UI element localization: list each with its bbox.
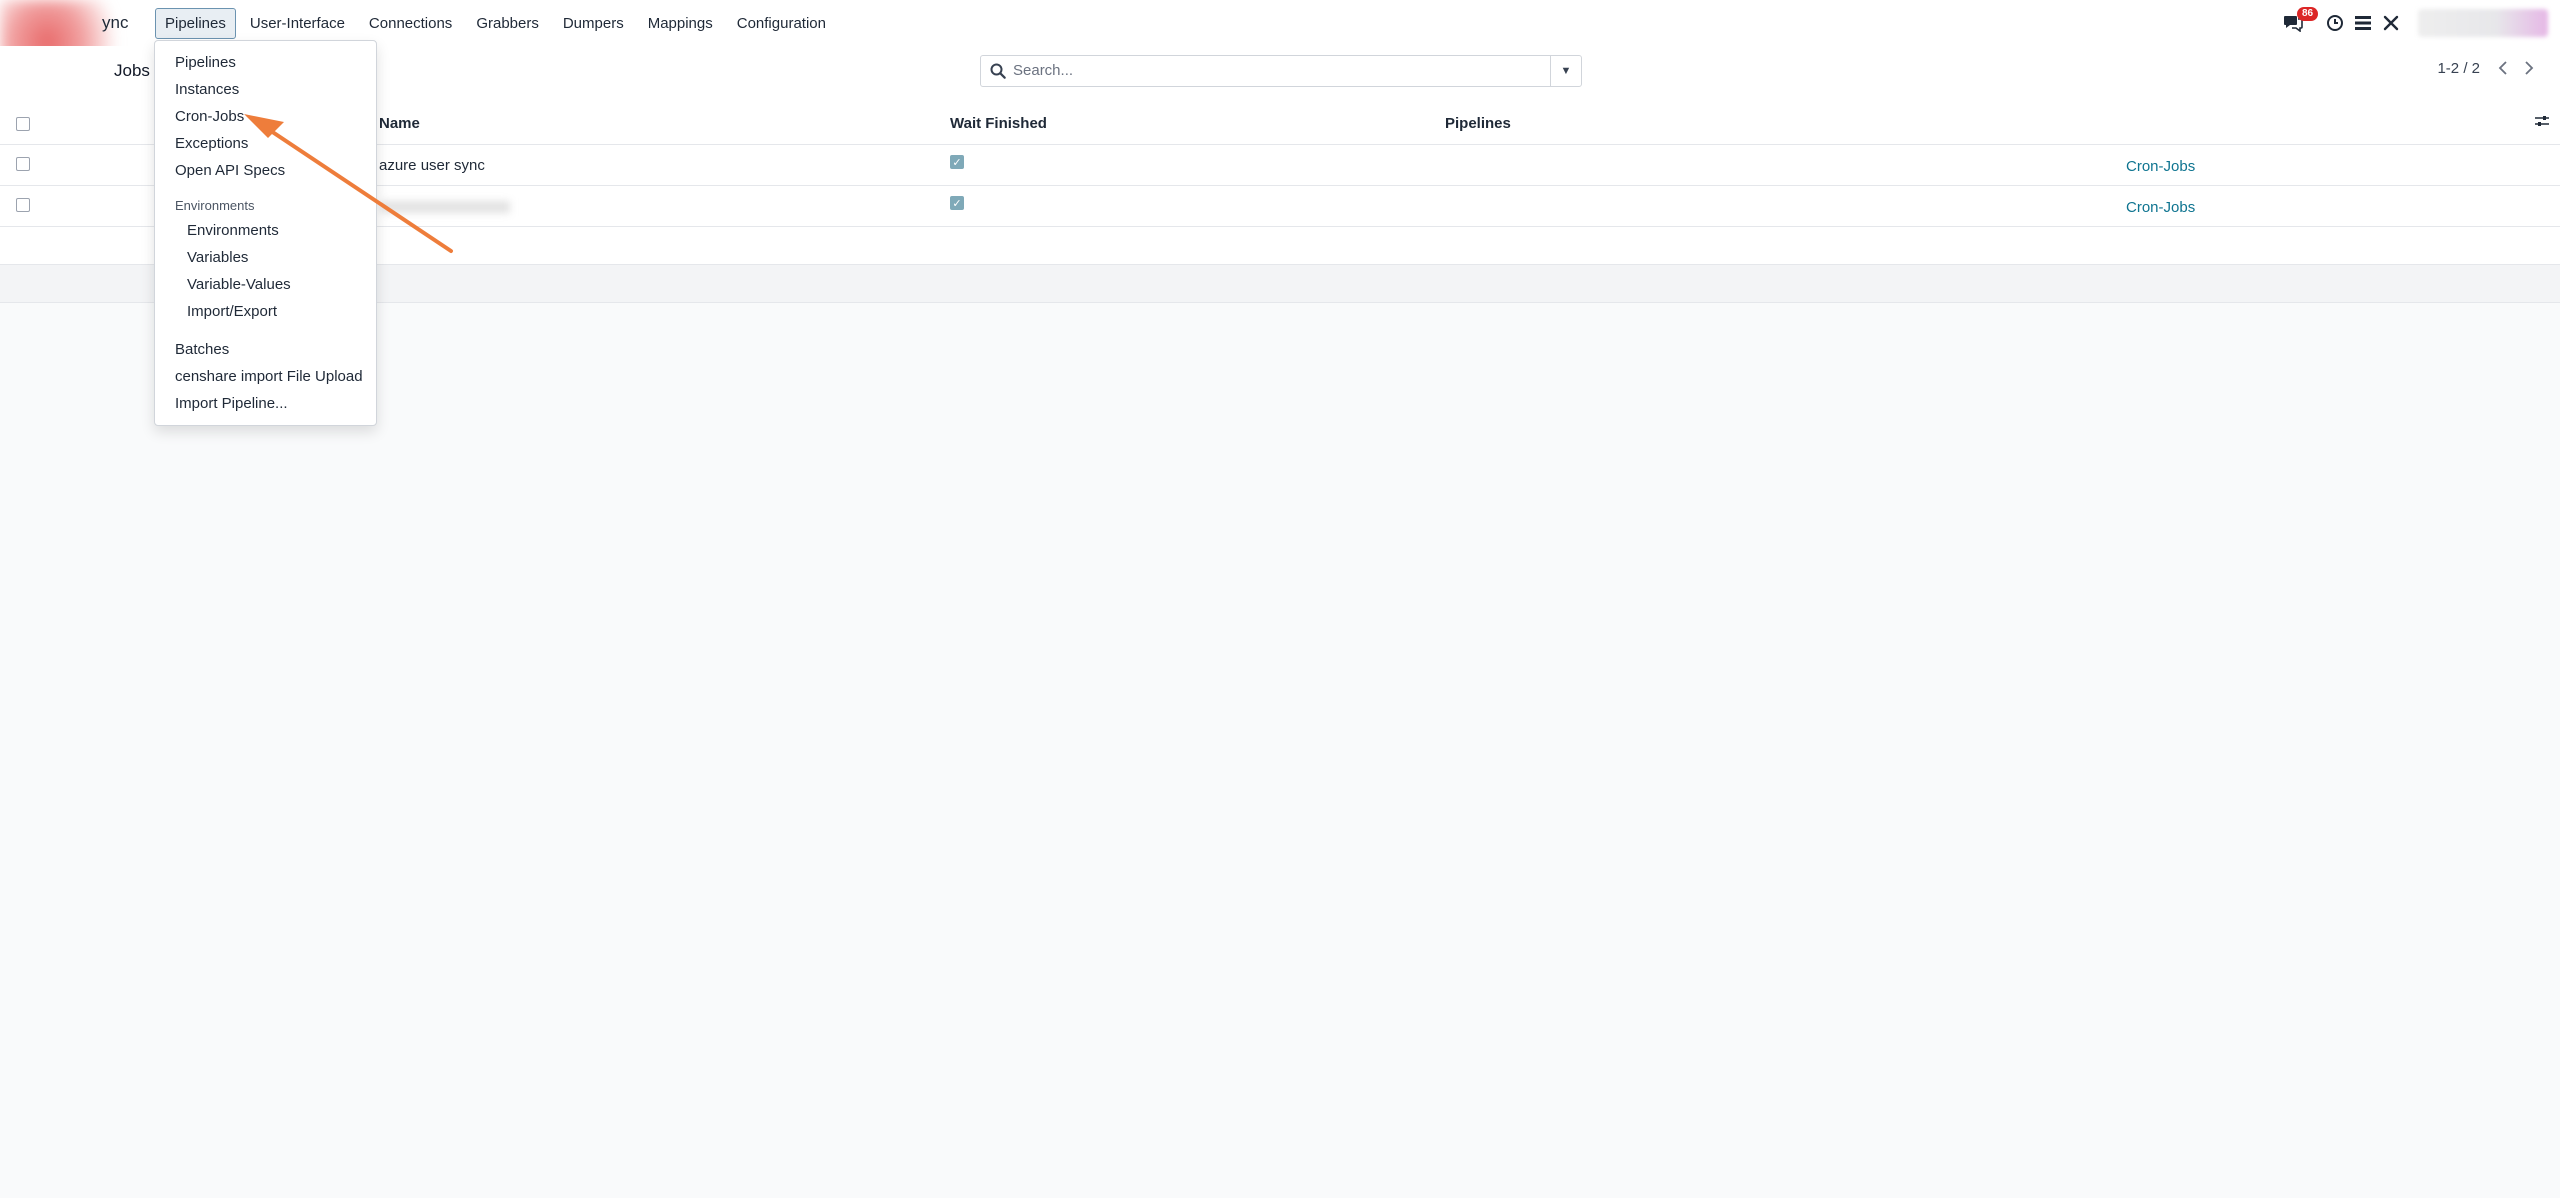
dropdown-item-censhare-import[interactable]: censhare import File Upload [175, 368, 363, 385]
search-bar: ▼ [980, 55, 1582, 87]
menu-dumpers[interactable]: Dumpers [553, 8, 634, 39]
search-input[interactable] [1013, 56, 1523, 84]
search-options-toggle[interactable]: ▼ [1550, 56, 1581, 86]
control-panel: Jobs ▼ 1-2 / 2 [0, 46, 2560, 103]
dropdown-item-environments[interactable]: Environments [187, 222, 279, 239]
chevron-left-icon [2498, 61, 2507, 75]
cell-pipelines-link[interactable]: Cron-Jobs [2126, 158, 2195, 175]
dropdown-item-open-api-specs[interactable]: Open API Specs [175, 162, 285, 179]
wait-finished-checkbox: ✓ [950, 196, 964, 210]
messages-badge: 86 [2297, 7, 2319, 21]
menu-mappings[interactable]: Mappings [638, 8, 723, 39]
dropdown-item-instances[interactable]: Instances [175, 81, 239, 98]
dropdown-item-variable-values[interactable]: Variable-Values [187, 276, 291, 293]
dropdown-item-variables[interactable]: Variables [187, 249, 248, 266]
pager-value[interactable]: 1-2 / 2 [2437, 60, 2480, 77]
table-header: Name Wait Finished Pipelines [0, 102, 2560, 145]
menu-grabbers[interactable]: Grabbers [466, 8, 549, 39]
table-row[interactable]: azure user sync ✓ Cron-Jobs [0, 145, 2560, 186]
cell-name-redacted [380, 201, 510, 213]
clock-icon[interactable] [2322, 10, 2348, 36]
dropdown-section-header: Environments [175, 198, 255, 213]
dropdown-item-pipelines[interactable]: Pipelines [175, 54, 236, 71]
tools-icon[interactable] [2378, 10, 2404, 36]
list-table: Name Wait Finished Pipelines azure user … [0, 102, 2560, 303]
pager-previous-button[interactable] [2490, 57, 2516, 79]
menu-configuration[interactable]: Configuration [727, 8, 836, 39]
dropdown-item-import-export[interactable]: Import/Export [187, 303, 277, 320]
breadcrumb: Jobs [114, 61, 150, 80]
search-icon [989, 62, 1007, 80]
list-icon[interactable] [2350, 10, 2376, 36]
main-menu: Pipelines User-Interface Connections Gra… [155, 8, 840, 39]
row-checkbox[interactable] [16, 198, 30, 212]
row-checkbox[interactable] [16, 157, 30, 171]
dropdown-item-import-pipeline[interactable]: Import Pipeline... [175, 395, 288, 412]
column-header-pipelines[interactable]: Pipelines [1445, 115, 1511, 132]
dropdown-item-exceptions[interactable]: Exceptions [175, 135, 248, 152]
pipelines-dropdown-menu: Pipelines Instances Cron-Jobs Exceptions… [154, 40, 377, 426]
pager: 1-2 / 2 [2437, 57, 2542, 79]
cell-pipelines-link[interactable]: Cron-Jobs [2126, 199, 2195, 216]
empty-row [0, 227, 2560, 265]
table-row[interactable]: ✓ Cron-Jobs [0, 186, 2560, 227]
app-name[interactable]: ync [102, 13, 128, 33]
column-header-name[interactable]: Name [379, 115, 420, 132]
table-footer [0, 265, 2560, 303]
menu-user-interface[interactable]: User-Interface [240, 8, 355, 39]
optional-columns-icon[interactable] [2534, 114, 2550, 133]
column-header-wait-finished[interactable]: Wait Finished [950, 115, 1047, 132]
systray: 86 [2278, 7, 2560, 38]
wait-finished-checkbox: ✓ [950, 155, 964, 169]
dropdown-item-batches[interactable]: Batches [175, 341, 229, 358]
menu-connections[interactable]: Connections [359, 8, 462, 39]
pager-next-button[interactable] [2516, 57, 2542, 79]
chat-icon[interactable]: 86 [2280, 7, 2319, 36]
caret-down-icon: ▼ [1560, 65, 1572, 77]
user-avatar[interactable] [2418, 9, 2548, 37]
select-all-checkbox[interactable] [16, 117, 30, 131]
chevron-right-icon [2525, 61, 2534, 75]
cell-name: azure user sync [379, 157, 485, 174]
menu-pipelines[interactable]: Pipelines [155, 8, 236, 39]
top-navbar: ync Pipelines User-Interface Connections… [0, 0, 2560, 120]
dropdown-item-cron-jobs[interactable]: Cron-Jobs [175, 108, 244, 125]
